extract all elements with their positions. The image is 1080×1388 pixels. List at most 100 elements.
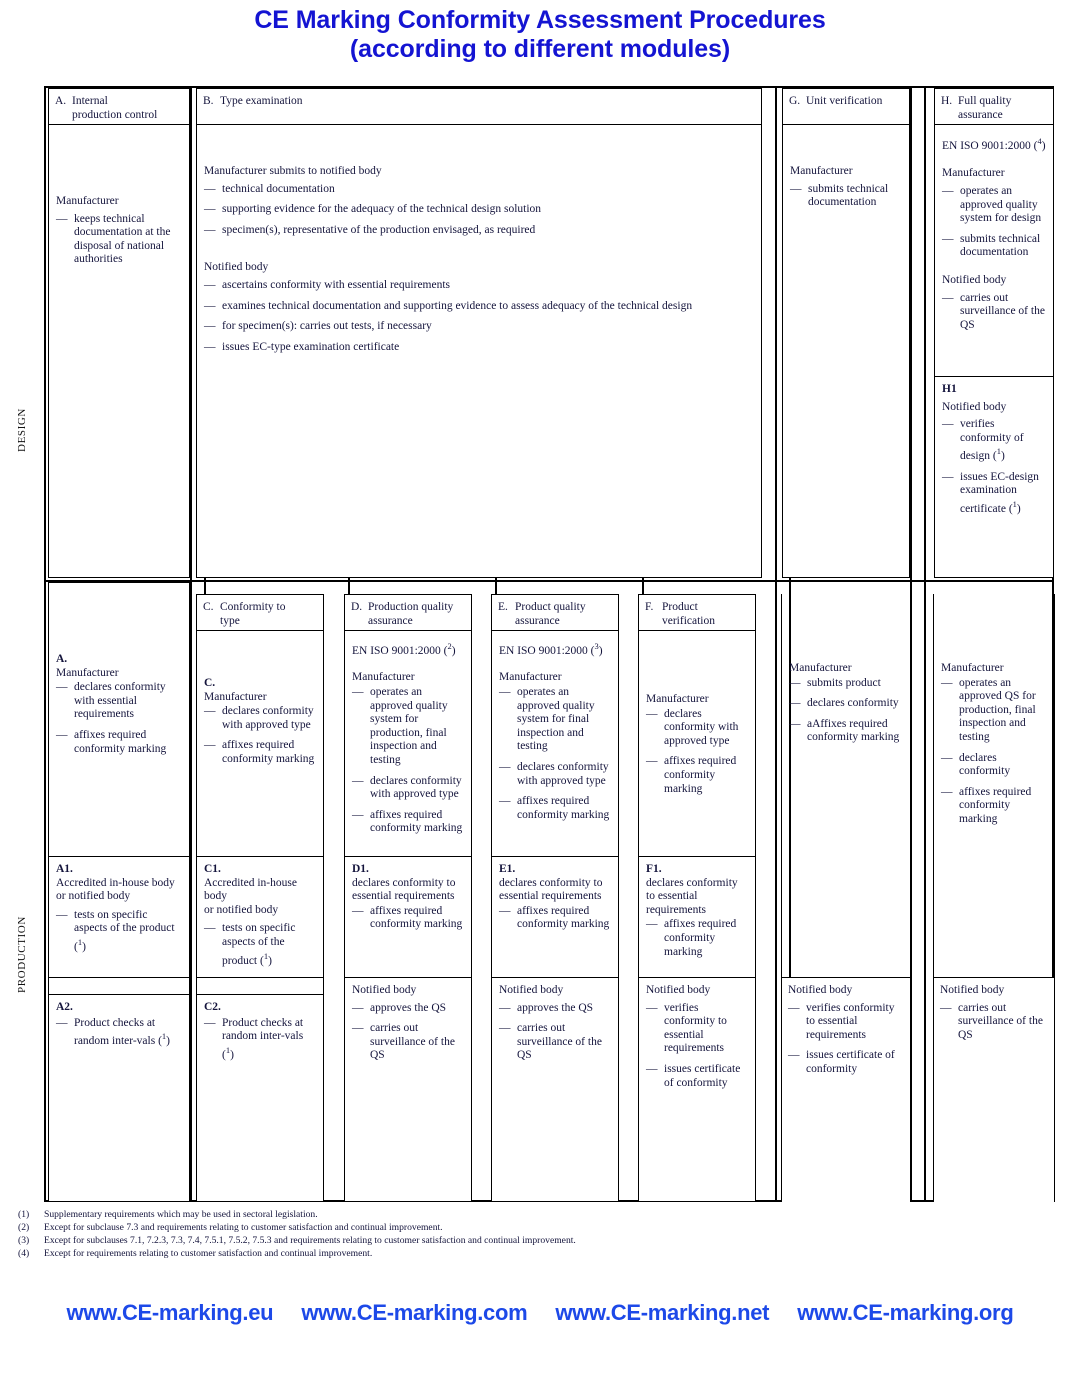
module-h-production-frame — [933, 594, 1055, 1202]
module-a-title-2: production control — [72, 109, 158, 121]
module-a2-production: A2. Product checks at random inter-vals … — [48, 994, 190, 1202]
module-b-actor-2: Notified body — [204, 261, 269, 274]
list-item: issues certificate of conformity — [646, 1063, 749, 1090]
module-f-title-1: Product — [662, 601, 698, 613]
module-d-body: EN ISO 9001:2000 (2) Manufacturer operat… — [345, 631, 471, 842]
item-end: ) — [1016, 502, 1021, 515]
module-b-letter: B. — [203, 95, 214, 107]
list-item: affixes required conformity marking — [352, 809, 465, 836]
module-a-items: keeps technical documentation at the dis… — [56, 213, 183, 267]
list-item: carries out surveillance of the QS — [352, 1022, 465, 1063]
module-g-title: Unit verification — [806, 95, 883, 107]
module-a-production: A. Manufacturer declares conformity with… — [48, 582, 190, 857]
module-e-nb-items: approves the QS carries out surveillance… — [499, 1002, 612, 1063]
module-h-standard-end: ) — [1041, 139, 1046, 152]
list-item: affixes required conformity marking — [499, 795, 612, 822]
list-item: examines technical documentation and sup… — [204, 300, 755, 314]
module-a2-code: A2. — [56, 1001, 73, 1013]
module-a-prod-actor: Manufacturer — [56, 666, 119, 679]
item-text: Product checks at random inter-vals ( — [222, 1016, 304, 1061]
module-c-header: C. Conformity to type — [197, 595, 323, 631]
list-item: affixes required conformity marking — [352, 905, 465, 932]
module-e-header: E. Product quality assurance — [492, 595, 618, 631]
footnote-text: Except for subclauses 7.1, 7.2.3, 7.3, 7… — [44, 1235, 576, 1246]
item-end: ) — [230, 1048, 234, 1061]
page-title: CE Marking Conformity Assessment Procedu… — [0, 6, 1080, 64]
module-e-production: E. Product quality assurance EN ISO 9001:2… — [491, 594, 619, 857]
module-a1-line-2: or notified body — [56, 890, 131, 903]
item-end: ) — [82, 940, 86, 953]
module-a-gap-cell — [48, 977, 190, 995]
module-h1-items: verifies conformity of design (1) issues… — [942, 418, 1047, 516]
module-f1-code: F1. — [646, 863, 662, 875]
module-c2-code: C2. — [204, 1001, 221, 1013]
module-f-production: F. Product verification Manufacturer decla… — [638, 594, 756, 857]
module-h-standard-text: EN ISO 9001:2000 ( — [942, 139, 1038, 152]
module-e-standard: EN ISO 9001:2000 (3) — [499, 640, 612, 658]
module-d-nb-actor: Notified body — [352, 984, 417, 996]
module-g-actor: Manufacturer — [790, 165, 853, 177]
footer-link-net[interactable]: www.CE-marking.net — [555, 1300, 769, 1325]
item-text: verifies conformity of design ( — [960, 418, 1024, 463]
module-d1-items: affixes required conformity marking — [352, 905, 465, 932]
module-h-body: EN ISO 9001:2000 (4) Manufacturer operat… — [935, 125, 1053, 338]
list-item: specimen(s), representative of the produ… — [204, 224, 755, 238]
list-item: declares conformity with approved type — [352, 775, 465, 802]
footnote-row: (2) Except for subclause 7.3 and requirem… — [18, 1221, 1058, 1234]
module-e1-items: affixes required conformity marking — [499, 905, 612, 932]
module-d-letter: D. — [351, 601, 363, 613]
footnote-text: Except for requirements relating to cust… — [44, 1248, 373, 1259]
module-a-title-1: Internal — [72, 95, 108, 107]
vrule-0 — [44, 88, 46, 1200]
list-item: submits technical documentation — [942, 233, 1047, 260]
module-b-title: Type examination — [220, 95, 303, 107]
module-e-body: EN ISO 9001:2000 (3) Manufacturer operat… — [492, 631, 618, 828]
module-f-actor: Manufacturer — [646, 693, 709, 705]
module-h-standard: EN ISO 9001:2000 (4) — [942, 135, 1047, 153]
module-g-header: G. Unit verification — [783, 89, 909, 125]
module-f1-lead: declares conformity to essential require… — [646, 876, 738, 916]
band-label-production: PRODUCTION — [16, 916, 28, 993]
module-a-design: A. Internal production control Manufacture… — [48, 88, 190, 578]
module-e-notified-body: Notified body approves the QS carries ou… — [491, 977, 619, 1202]
module-g-production-frame — [781, 594, 911, 1202]
footnote-row: (4) Except for requirements relating to c… — [18, 1247, 1058, 1260]
module-a-prod-code: A. — [56, 653, 68, 665]
module-d-standard-text: EN ISO 9001:2000 ( — [352, 644, 448, 657]
module-e-standard-text: EN ISO 9001:2000 ( — [499, 644, 595, 657]
footnote-row: (3) Except for subclauses 7.1, 7.2.3, 7.3… — [18, 1234, 1058, 1247]
footnote-mark: (2) — [18, 1222, 30, 1233]
module-c-items: declares conformity with approved type a… — [204, 705, 317, 766]
module-d-header: D. Production quality assurance — [345, 595, 471, 631]
footnotes: (1) Supplementary requirements which may … — [18, 1208, 1058, 1260]
list-item: affixes required conformity marking — [204, 739, 317, 766]
module-e-letter: E. — [498, 601, 508, 613]
list-item: tests on specific aspects of the product… — [204, 922, 317, 968]
module-h1-actor: Notified body — [942, 400, 1007, 413]
list-item: submits technical documentation — [790, 183, 903, 210]
module-e-nb-actor: Notified body — [499, 984, 564, 996]
module-a1-production: A1. Accredited in-house body or notified… — [48, 856, 190, 978]
module-f-items: declares conformity with approved type a… — [646, 708, 749, 797]
module-g-letter: G. — [789, 95, 801, 107]
module-c1-line-1: Accredited in-house body — [204, 876, 297, 903]
module-f1-items: affixes required conformity marking — [646, 918, 749, 959]
footer-link-org[interactable]: www.CE-marking.org — [797, 1300, 1014, 1325]
module-g-design: G. Unit verification Manufacturer submits… — [782, 88, 910, 578]
list-item: affixes required conformity marking — [499, 905, 612, 932]
module-e-title-2: assurance — [515, 615, 560, 627]
item-end: ) — [166, 1035, 171, 1048]
footer-link-com[interactable]: www.CE-marking.com — [301, 1300, 527, 1325]
module-h-header: H. Full quality assurance — [935, 89, 1053, 125]
module-c-code: C. — [204, 677, 216, 689]
module-c1-items: tests on specific aspects of the product… — [204, 922, 317, 968]
list-item: affixes required conformity marking — [646, 918, 749, 959]
module-b-items-2: ascertains conformity with essential req… — [204, 279, 755, 354]
module-d1-lead: declares conformity to essential require… — [352, 876, 456, 903]
footer-link-eu[interactable]: www.CE-marking.eu — [67, 1300, 274, 1325]
module-a-actor: Manufacturer — [56, 195, 119, 207]
module-b-actor-1: Manufacturer submits to notified body — [204, 165, 382, 177]
module-f1-production: F1. declares conformity to essential req… — [638, 856, 756, 978]
module-f-notified-body: Notified body verifies conformity to ess… — [638, 977, 756, 1202]
ce-marking-module-chart: CE Marking Conformity Assessment Procedu… — [0, 0, 1080, 1388]
